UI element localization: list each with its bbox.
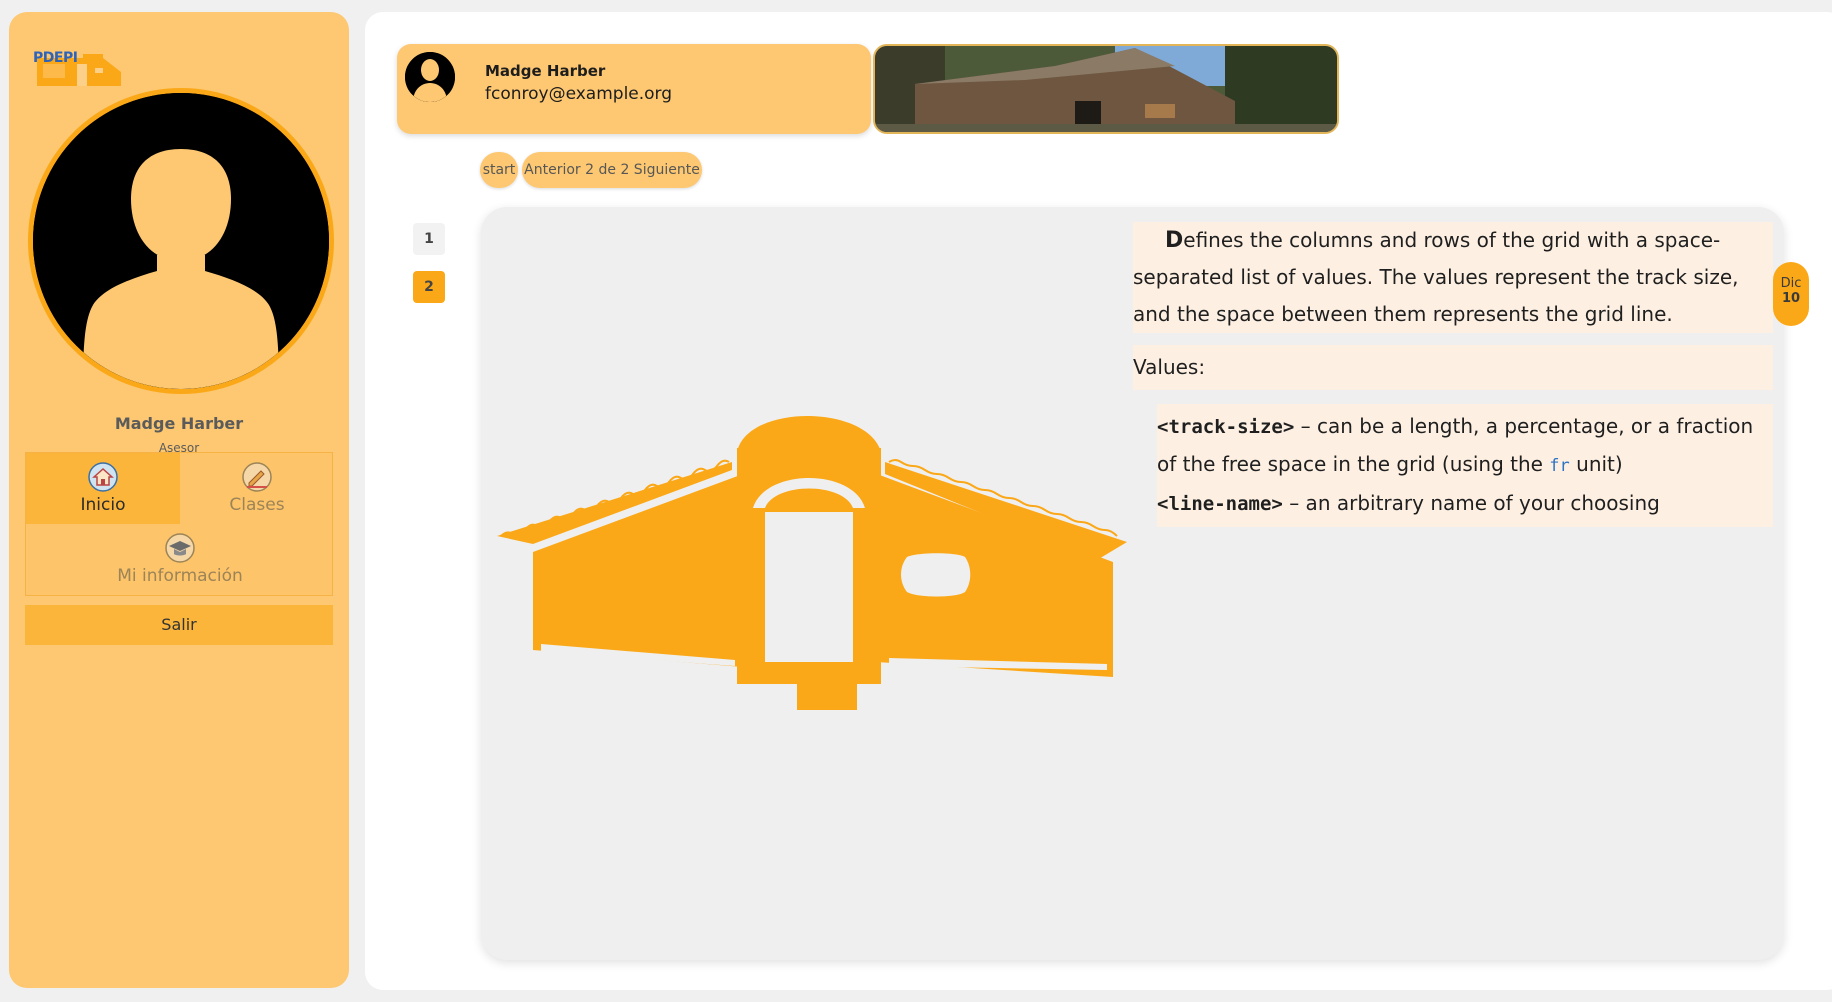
user-name: Madge Harber bbox=[485, 62, 606, 80]
page-2-button[interactable]: 2 bbox=[413, 271, 445, 303]
list-item-text: – an arbitrary name of your choosing bbox=[1282, 491, 1660, 515]
date-day: 10 bbox=[1781, 291, 1801, 306]
user-avatar bbox=[405, 52, 455, 102]
list-item: <track-size> – can be a length, a percen… bbox=[1157, 408, 1773, 485]
profile-avatar bbox=[28, 88, 334, 394]
sidebar-item-label: Inicio bbox=[80, 495, 126, 515]
logout-button[interactable]: Salir bbox=[25, 605, 333, 645]
start-button[interactable]: start bbox=[480, 152, 518, 188]
home-icon bbox=[88, 462, 118, 492]
sidebar-menu: Inicio Clases Mi información bbox=[25, 452, 333, 596]
sidebar-item-label: Mi información bbox=[117, 566, 243, 586]
code-term: <line-name> bbox=[1157, 493, 1283, 515]
user-card: Madge Harber fconroy@example.org bbox=[397, 44, 871, 134]
main-panel: Madge Harber fconroy@example.org start A… bbox=[365, 12, 1832, 990]
logo-text: PDEPI bbox=[33, 50, 78, 66]
graduation-cap-icon bbox=[165, 533, 195, 563]
user-silhouette-icon bbox=[33, 93, 329, 389]
building-illustration bbox=[497, 416, 1127, 710]
user-email: fconroy@example.org bbox=[485, 84, 673, 104]
dropcap: D bbox=[1165, 228, 1184, 253]
values-list: <track-size> – can be a length, a percen… bbox=[1157, 404, 1773, 527]
content-text: Defines the columns and rows of the grid… bbox=[1133, 222, 1773, 527]
sidebar: PDEPI Madge Harber Asesor Inicio Clases bbox=[9, 12, 349, 988]
code-inline: fr bbox=[1549, 456, 1570, 476]
user-silhouette-icon bbox=[405, 52, 455, 102]
banner-photo bbox=[873, 44, 1339, 134]
page-nav-button[interactable]: Anterior 2 de 2 Siguiente bbox=[522, 152, 702, 188]
page-1-button[interactable]: 1 bbox=[413, 223, 445, 255]
date-badge: Dic 10 bbox=[1773, 262, 1809, 326]
sidebar-item-mi-informacion[interactable]: Mi información bbox=[103, 524, 257, 595]
values-label: Values: bbox=[1133, 345, 1773, 390]
date-month: Dic bbox=[1780, 276, 1802, 291]
profile-name: Madge Harber bbox=[114, 414, 244, 433]
code-term: <track-size> bbox=[1157, 416, 1295, 438]
sidebar-item-inicio[interactable]: Inicio bbox=[26, 453, 180, 524]
app-logo[interactable]: PDEPI bbox=[31, 34, 127, 90]
sidebar-item-label: Clases bbox=[229, 495, 285, 515]
list-item-text: unit) bbox=[1569, 452, 1623, 476]
intro-paragraph: Defines the columns and rows of the grid… bbox=[1133, 222, 1773, 333]
pencil-icon bbox=[242, 462, 272, 492]
building-photo bbox=[875, 46, 1337, 132]
sidebar-item-clases[interactable]: Clases bbox=[180, 453, 334, 524]
list-item: <line-name> – an arbitrary name of your … bbox=[1157, 485, 1773, 523]
intro-text: efines the columns and rows of the grid … bbox=[1133, 228, 1739, 326]
content-card: Defines the columns and rows of the grid… bbox=[481, 207, 1784, 960]
